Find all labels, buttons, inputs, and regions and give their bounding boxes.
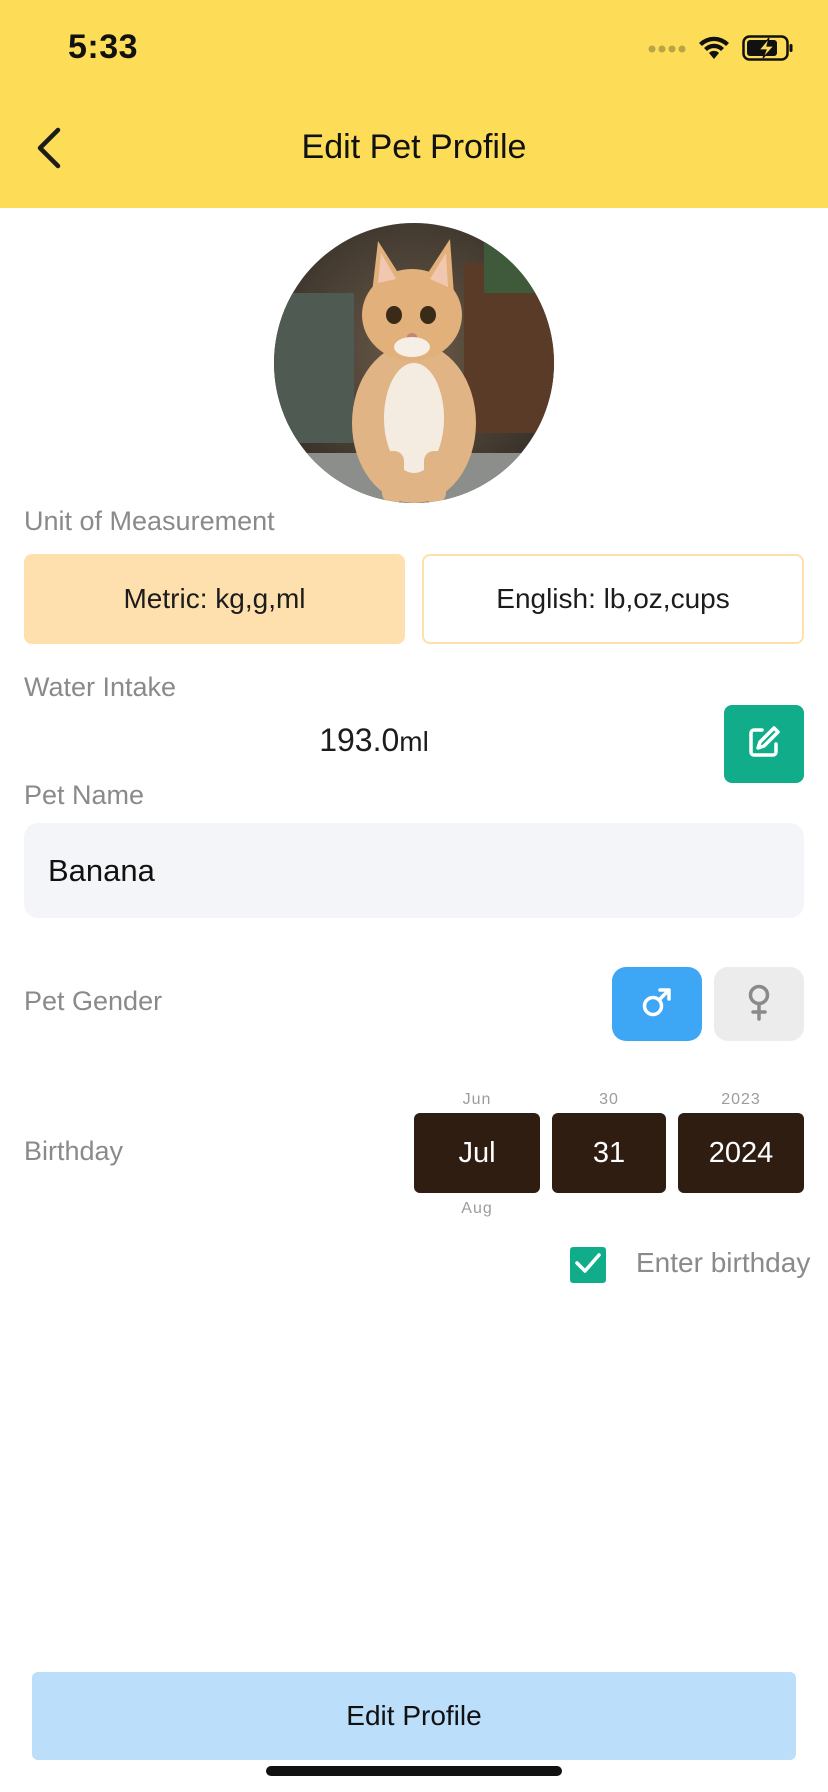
day-prev: 30 <box>599 1091 619 1108</box>
birthday-day-picker[interactable]: 31 <box>552 1113 666 1193</box>
birthday-label: Birthday <box>24 1136 124 1166</box>
edit-water-button[interactable] <box>724 705 804 783</box>
gender-male-button[interactable] <box>612 967 702 1041</box>
unit-label: Unit of Measurement <box>24 506 275 536</box>
pet-photo-image <box>274 223 554 503</box>
birthday-month-picker[interactable]: Jul <box>414 1113 540 1193</box>
edit-pencil-icon <box>746 724 782 765</box>
month-prev: Jun <box>462 1091 492 1108</box>
female-symbol-icon <box>745 983 773 1026</box>
water-intake-unit: ml <box>399 726 429 757</box>
pet-name-label: Pet Name <box>24 780 145 810</box>
status-time: 5:33 <box>68 28 139 66</box>
water-intake-label: Water Intake <box>24 672 177 702</box>
signal-dots-icon <box>648 41 686 59</box>
checkmark-icon <box>574 1251 602 1280</box>
home-indicator <box>266 1766 562 1776</box>
status-icons <box>648 34 794 66</box>
year-prev: 2023 <box>721 1091 761 1108</box>
edit-profile-button[interactable]: Edit Profile <box>32 1672 796 1760</box>
pet-avatar[interactable] <box>274 223 554 503</box>
water-intake-number: 193.0 <box>319 722 400 758</box>
pet-name-input[interactable]: Banana <box>24 823 804 918</box>
pet-gender-label: Pet Gender <box>24 986 163 1016</box>
unit-english-button[interactable]: English: lb,oz,cups <box>422 554 804 644</box>
page-title: Edit Pet Profile <box>301 128 527 166</box>
wifi-icon <box>698 35 730 66</box>
enter-birthday-checkbox[interactable] <box>570 1247 606 1283</box>
enter-birthday-label: Enter birthday <box>636 1247 811 1278</box>
month-next: Aug <box>461 1200 493 1217</box>
water-intake-value: 193.0ml <box>0 722 748 759</box>
unit-metric-button[interactable]: Metric: kg,g,ml <box>24 554 405 644</box>
male-symbol-icon <box>640 985 674 1024</box>
battery-charging-icon <box>742 34 794 66</box>
birthday-year-picker[interactable]: 2024 <box>678 1113 804 1193</box>
gender-female-button[interactable] <box>714 967 804 1041</box>
